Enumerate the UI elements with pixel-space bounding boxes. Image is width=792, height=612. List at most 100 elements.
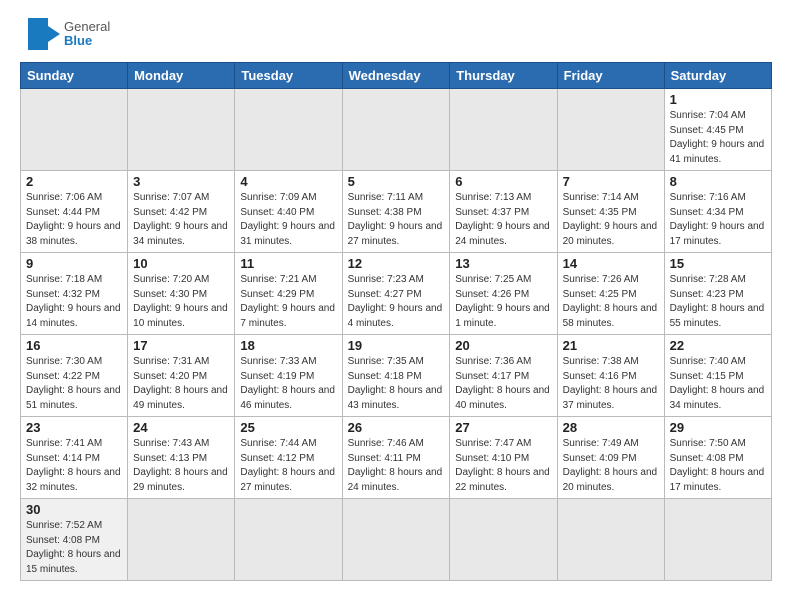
day-info: Sunrise: 7:25 AM Sunset: 4:26 PM Dayligh… (455, 273, 551, 331)
calendar-cell (128, 89, 235, 171)
day-number: 18 (240, 338, 336, 353)
calendar-cell: 28 Sunrise: 7:49 AM Sunset: 4:09 PM Dayli… (557, 417, 664, 499)
calendar-cell: 11Sunrise: 7:21 AM Sunset: 4:29 PM Dayli… (235, 253, 342, 335)
calendar-cell: 26Sunrise: 7:46 AM Sunset: 4:11 PM Dayli… (342, 417, 450, 499)
calendar-cell: 29 Sunrise: 7:50 AM Sunset: 4:08 PM Dayli… (664, 417, 771, 499)
logo-text-block: GeneralBlue (64, 20, 110, 49)
day-number: 27 (455, 420, 551, 435)
calendar-cell: 5 Sunrise: 7:11 AM Sunset: 4:38 PM Daylig… (342, 171, 450, 253)
day-info: Sunrise: 7:41 AM Sunset: 4:14 PM Dayligh… (26, 437, 122, 495)
day-number: 25 (240, 420, 336, 435)
calendar-cell (664, 499, 771, 581)
day-number: 4 (240, 174, 336, 189)
day-number: 28 (563, 420, 659, 435)
calendar-cell (557, 499, 664, 581)
day-info: Sunrise: 7:49 AM Sunset: 4:09 PM Dayligh… (563, 437, 659, 495)
week-row-6: 30Sunrise: 7:52 AM Sunset: 4:08 PM Dayli… (21, 499, 772, 581)
day-info: Sunrise: 7:21 AM Sunset: 4:29 PM Dayligh… (240, 273, 336, 331)
logo-general: General (64, 20, 110, 34)
day-number: 17 (133, 338, 229, 353)
calendar-cell (21, 89, 128, 171)
day-info: Sunrise: 7:14 AM Sunset: 4:35 PM Dayligh… (563, 191, 659, 249)
calendar-cell: 17 Sunrise: 7:31 AM Sunset: 4:20 PM Dayli… (128, 335, 235, 417)
weekday-header-saturday: Saturday (664, 63, 771, 89)
calendar-cell: 9 Sunrise: 7:18 AM Sunset: 4:32 PM Daylig… (21, 253, 128, 335)
logo: GeneralBlue (20, 16, 110, 52)
calendar-cell: 3 Sunrise: 7:07 AM Sunset: 4:42 PM Daylig… (128, 171, 235, 253)
calendar-cell: 13 Sunrise: 7:25 AM Sunset: 4:26 PM Dayli… (450, 253, 557, 335)
calendar-cell: 19 Sunrise: 7:35 AM Sunset: 4:18 PM Dayli… (342, 335, 450, 417)
calendar-cell (557, 89, 664, 171)
day-info: Sunrise: 7:06 AM Sunset: 4:44 PM Dayligh… (26, 191, 122, 249)
day-number: 30 (26, 502, 122, 517)
day-number: 6 (455, 174, 551, 189)
day-number: 9 (26, 256, 122, 271)
day-info: Sunrise: 7:23 AM Sunset: 4:27 PM Dayligh… (348, 273, 445, 331)
week-row-5: 23Sunrise: 7:41 AM Sunset: 4:14 PM Dayli… (21, 417, 772, 499)
calendar-cell (342, 89, 450, 171)
day-info: Sunrise: 7:43 AM Sunset: 4:13 PM Dayligh… (133, 437, 229, 495)
day-number: 10 (133, 256, 229, 271)
calendar-cell: 7 Sunrise: 7:14 AM Sunset: 4:35 PM Daylig… (557, 171, 664, 253)
weekday-header-sunday: Sunday (21, 63, 128, 89)
day-number: 19 (348, 338, 445, 353)
day-info: Sunrise: 7:30 AM Sunset: 4:22 PM Dayligh… (26, 355, 122, 413)
week-row-4: 16 Sunrise: 7:30 AM Sunset: 4:22 PM Dayli… (21, 335, 772, 417)
day-number: 21 (563, 338, 659, 353)
calendar-cell: 15Sunrise: 7:28 AM Sunset: 4:23 PM Dayli… (664, 253, 771, 335)
day-number: 20 (455, 338, 551, 353)
calendar-cell: 23Sunrise: 7:41 AM Sunset: 4:14 PM Dayli… (21, 417, 128, 499)
day-info: Sunrise: 7:36 AM Sunset: 4:17 PM Dayligh… (455, 355, 551, 413)
week-row-3: 9 Sunrise: 7:18 AM Sunset: 4:32 PM Daylig… (21, 253, 772, 335)
day-info: Sunrise: 7:46 AM Sunset: 4:11 PM Dayligh… (348, 437, 445, 495)
day-number: 15 (670, 256, 766, 271)
day-number: 29 (670, 420, 766, 435)
calendar-cell (450, 499, 557, 581)
day-info: Sunrise: 7:31 AM Sunset: 4:20 PM Dayligh… (133, 355, 229, 413)
day-info: Sunrise: 7:04 AM Sunset: 4:45 PM Dayligh… (670, 109, 766, 167)
day-info: Sunrise: 7:44 AM Sunset: 4:12 PM Dayligh… (240, 437, 336, 495)
calendar-cell: 12 Sunrise: 7:23 AM Sunset: 4:27 PM Dayli… (342, 253, 450, 335)
day-number: 16 (26, 338, 122, 353)
day-number: 3 (133, 174, 229, 189)
day-info: Sunrise: 7:07 AM Sunset: 4:42 PM Dayligh… (133, 191, 229, 249)
calendar-cell (235, 89, 342, 171)
weekday-header-row: SundayMondayTuesdayWednesdayThursdayFrid… (21, 63, 772, 89)
calendar-cell: 14 Sunrise: 7:26 AM Sunset: 4:25 PM Dayli… (557, 253, 664, 335)
generalblue-icon (20, 16, 60, 52)
weekday-header-monday: Monday (128, 63, 235, 89)
day-number: 13 (455, 256, 551, 271)
calendar-table: SundayMondayTuesdayWednesdayThursdayFrid… (20, 62, 772, 581)
day-number: 24 (133, 420, 229, 435)
day-info: Sunrise: 7:11 AM Sunset: 4:38 PM Dayligh… (348, 191, 445, 249)
weekday-header-thursday: Thursday (450, 63, 557, 89)
calendar-cell: 1 Sunrise: 7:04 AM Sunset: 4:45 PM Daylig… (664, 89, 771, 171)
weekday-header-friday: Friday (557, 63, 664, 89)
day-info: Sunrise: 7:13 AM Sunset: 4:37 PM Dayligh… (455, 191, 551, 249)
day-info: Sunrise: 7:26 AM Sunset: 4:25 PM Dayligh… (563, 273, 659, 331)
weekday-header-tuesday: Tuesday (235, 63, 342, 89)
calendar-cell (235, 499, 342, 581)
weekday-header-wednesday: Wednesday (342, 63, 450, 89)
day-number: 12 (348, 256, 445, 271)
calendar-cell: 22Sunrise: 7:40 AM Sunset: 4:15 PM Dayli… (664, 335, 771, 417)
calendar-cell (450, 89, 557, 171)
calendar-cell: 18Sunrise: 7:33 AM Sunset: 4:19 PM Dayli… (235, 335, 342, 417)
day-info: Sunrise: 7:47 AM Sunset: 4:10 PM Dayligh… (455, 437, 551, 495)
calendar-cell: 21Sunrise: 7:38 AM Sunset: 4:16 PM Dayli… (557, 335, 664, 417)
day-info: Sunrise: 7:50 AM Sunset: 4:08 PM Dayligh… (670, 437, 766, 495)
day-info: Sunrise: 7:40 AM Sunset: 4:15 PM Dayligh… (670, 355, 766, 413)
calendar-cell: 24 Sunrise: 7:43 AM Sunset: 4:13 PM Dayli… (128, 417, 235, 499)
logo-blue: Blue (64, 34, 110, 48)
day-number: 1 (670, 92, 766, 107)
day-info: Sunrise: 7:35 AM Sunset: 4:18 PM Dayligh… (348, 355, 445, 413)
day-number: 14 (563, 256, 659, 271)
day-info: Sunrise: 7:09 AM Sunset: 4:40 PM Dayligh… (240, 191, 336, 249)
day-number: 7 (563, 174, 659, 189)
calendar-cell: 25 Sunrise: 7:44 AM Sunset: 4:12 PM Dayli… (235, 417, 342, 499)
header: GeneralBlue (20, 16, 772, 52)
day-number: 8 (670, 174, 766, 189)
day-number: 5 (348, 174, 445, 189)
day-info: Sunrise: 7:18 AM Sunset: 4:32 PM Dayligh… (26, 273, 122, 331)
calendar-cell: 20 Sunrise: 7:36 AM Sunset: 4:17 PM Dayli… (450, 335, 557, 417)
